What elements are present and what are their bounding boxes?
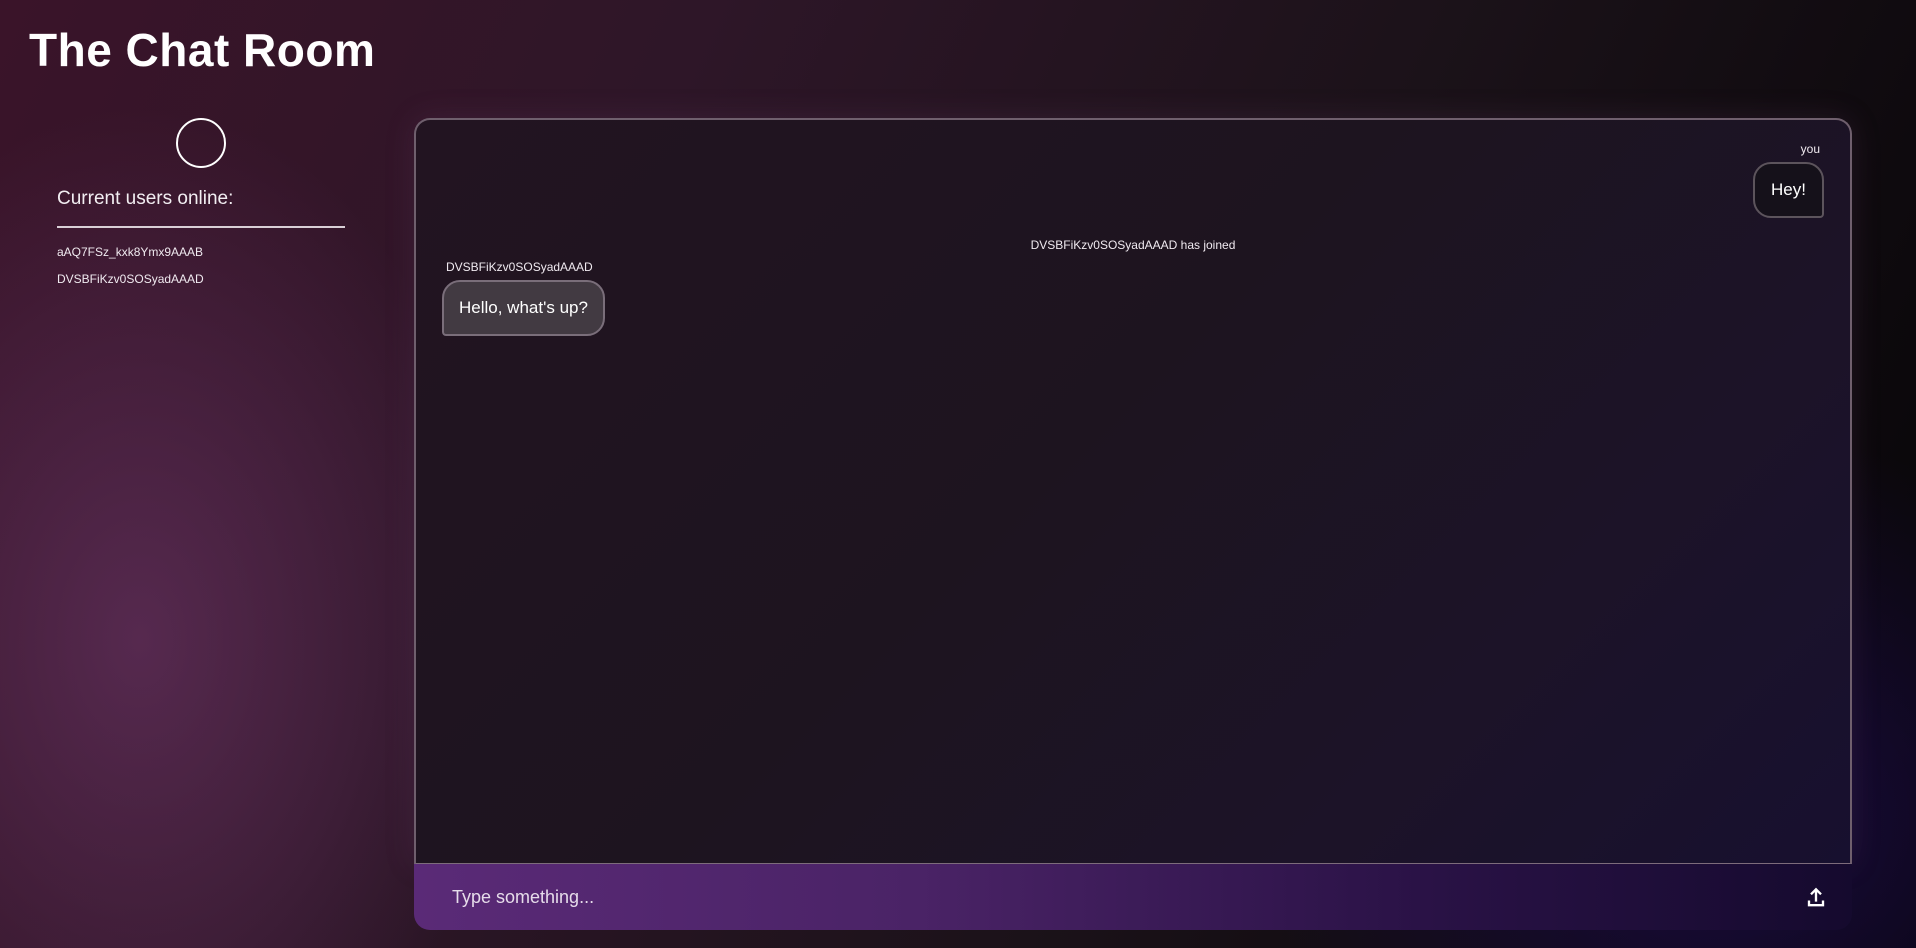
message-composer bbox=[414, 864, 1852, 930]
online-user-item: DVSBFiKzv0SOSyadAAAD bbox=[57, 272, 204, 286]
message-sender-you: you bbox=[1800, 142, 1820, 156]
message-sender: DVSBFiKzv0SOSyadAAAD bbox=[446, 260, 593, 274]
upload-icon bbox=[1807, 887, 1825, 907]
app-title: The Chat Room bbox=[29, 24, 376, 76]
sidebar-divider bbox=[57, 226, 345, 228]
message-bubble-other: Hello, what's up? bbox=[442, 280, 605, 336]
avatar bbox=[176, 118, 226, 168]
message-bubble-own: Hey! bbox=[1753, 162, 1824, 218]
message-input[interactable] bbox=[414, 864, 1774, 930]
system-message: DVSBFiKzv0SOSyadAAAD has joined bbox=[1030, 238, 1236, 252]
chat-message-area[interactable]: you Hey! DVSBFiKzv0SOSyadAAAD has joined… bbox=[414, 118, 1852, 864]
send-button[interactable] bbox=[1802, 883, 1830, 911]
online-user-item: aAQ7FSz_kxk8Ymx9AAAB bbox=[57, 245, 204, 259]
online-users-title: Current users online: bbox=[57, 188, 234, 209]
online-user-list: aAQ7FSz_kxk8Ymx9AAAB DVSBFiKzv0SOSyadAAA… bbox=[57, 244, 204, 298]
